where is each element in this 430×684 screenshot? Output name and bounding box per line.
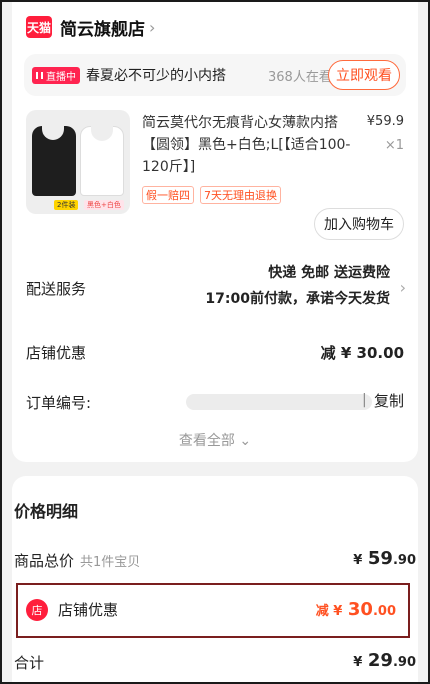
- black-tank-top-icon: [32, 124, 76, 196]
- total-integer: 59: [367, 548, 393, 569]
- sum-label: 合计: [14, 654, 45, 672]
- shop-discount-detail-label: 店铺优惠: [58, 601, 119, 619]
- delivery-info[interactable]: 快递 免邮 送运费险: [268, 262, 390, 282]
- total-decimal: .90: [392, 553, 416, 568]
- view-all-button[interactable]: 查看全部 ⌄: [12, 430, 418, 450]
- sum-decimal: .90: [392, 655, 416, 670]
- tag-fake-compensation: 假一赔四: [142, 186, 194, 204]
- order-number-label: 订单编号:: [26, 394, 92, 412]
- service-tags: 假一赔四 7天无理由退换: [142, 186, 281, 204]
- product-price: ¥59.9: [366, 114, 404, 129]
- discount-integer: 30: [347, 599, 373, 620]
- copy-button[interactable]: 复制: [374, 390, 404, 411]
- live-title: 春夏必不可少的小内搭: [86, 68, 226, 84]
- shop-discount-value: 减 ¥ 30.00: [320, 344, 404, 362]
- tag-7day-return: 7天无理由退换: [200, 186, 281, 204]
- shop-header[interactable]: 天猫 简云旗舰店 ›: [26, 14, 155, 40]
- delivery-label: 配送服务: [26, 280, 87, 298]
- total-price-value: ¥ 59.90: [353, 548, 416, 569]
- live-icon: [36, 71, 43, 79]
- discount-prefix: 减 ¥: [315, 604, 343, 619]
- image-label-pack: 2件装: [54, 200, 79, 210]
- chevron-right-icon[interactable]: ›: [400, 278, 406, 297]
- product-quantity: ×1: [384, 138, 404, 153]
- product-image[interactable]: 2件装 黑色+白色: [26, 110, 130, 214]
- price-detail-title: 价格明细: [14, 502, 79, 521]
- shop-name[interactable]: 简云旗舰店: [60, 15, 145, 40]
- sum-currency: ¥: [353, 655, 363, 670]
- live-badge-text: 直播中: [46, 71, 76, 83]
- discount-decimal: .00: [372, 604, 396, 619]
- tmall-logo-icon: 天猫: [26, 16, 52, 38]
- sum-integer: 29: [367, 650, 393, 671]
- total-price-label: 商品总价 共1件宝贝: [14, 550, 140, 571]
- total-currency: ¥: [353, 553, 363, 568]
- chevron-right-icon: ›: [149, 17, 156, 37]
- shop-discount-highlight[interactable]: 店 店铺优惠 减 ¥ 30.00: [16, 583, 410, 638]
- watch-now-button[interactable]: 立即观看: [328, 60, 400, 90]
- live-badge: 直播中: [32, 66, 80, 84]
- divider: |: [362, 392, 367, 408]
- total-price-text: 商品总价: [14, 552, 75, 570]
- live-viewer-count: 368人在看: [268, 69, 332, 85]
- sum-value: ¥ 29.90: [353, 650, 416, 671]
- shop-discount-detail-value: 减 ¥ 30.00: [316, 599, 396, 620]
- product-title[interactable]: 简云莫代尔无痕背心女薄款内搭【圆领】黑色+白色;L[【适合100-120斤】]: [142, 112, 364, 178]
- order-card: 天猫 简云旗舰店 › 直播中 春夏必不可少的小内搭 368人在看 立即观看 2件…: [12, 0, 418, 462]
- shop-icon: 店: [26, 599, 48, 621]
- add-to-cart-button[interactable]: 加入购物车: [314, 208, 404, 240]
- live-banner[interactable]: 直播中 春夏必不可少的小内搭 368人在看 立即观看: [24, 54, 406, 96]
- white-tank-top-icon: [80, 125, 124, 196]
- shop-discount-label: 店铺优惠: [26, 344, 87, 362]
- order-number-redacted: [186, 394, 372, 410]
- item-count: 共1件宝贝: [80, 555, 141, 570]
- delivery-promise[interactable]: 17:00前付款，承诺今天发货: [205, 288, 390, 308]
- image-label-color: 黑色+白色: [84, 200, 124, 210]
